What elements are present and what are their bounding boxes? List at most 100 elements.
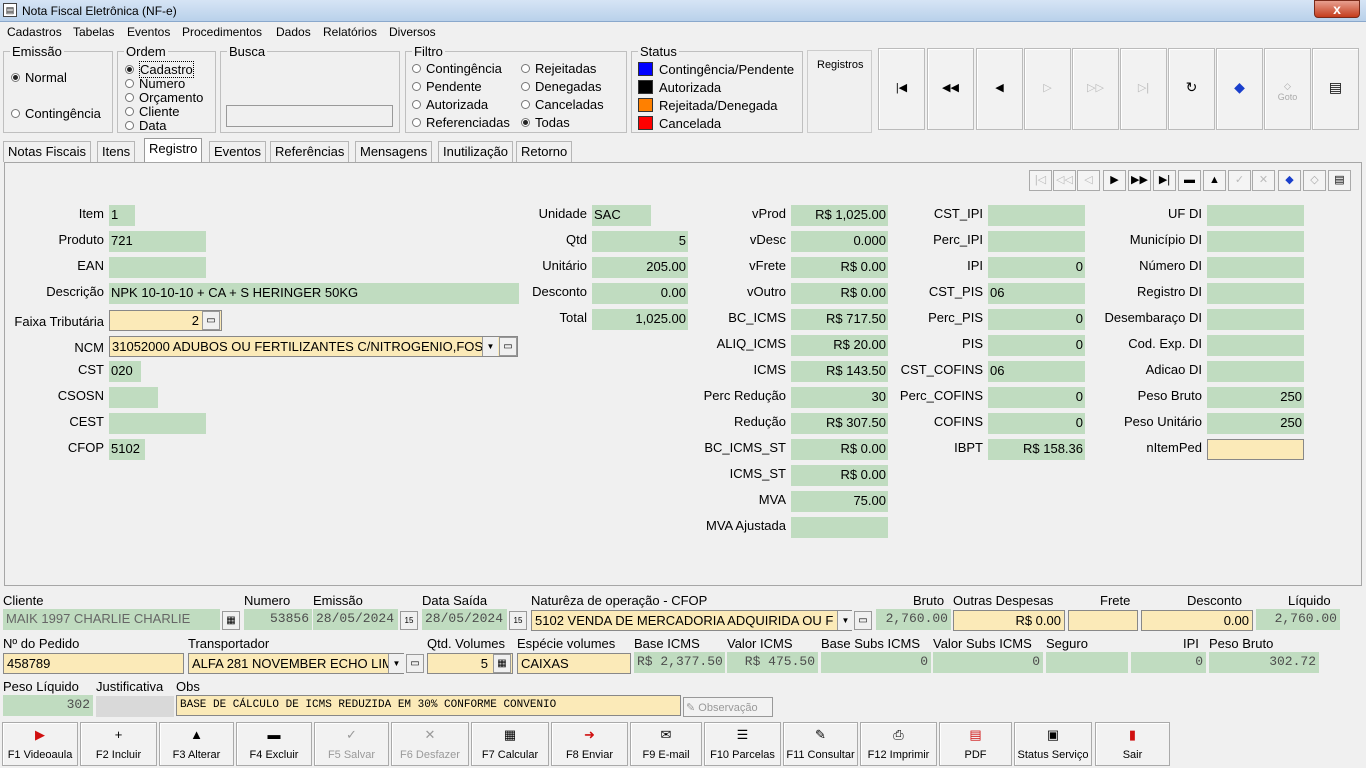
field-perc-ipi[interactable] [988,231,1085,252]
field-item[interactable]: 1 [109,205,135,226]
field-valor-icms[interactable]: R$ 475.50 [727,652,818,673]
radio-filtro-todas[interactable]: Todas [521,115,570,130]
field-redu-o[interactable]: R$ 307.50 [791,413,888,434]
next-page-button[interactable]: ▷▷ [1072,48,1119,130]
field-munic-pio-di[interactable] [1207,231,1304,252]
radio-filtro-pendente[interactable]: Pendente [412,79,482,94]
field-produto[interactable]: 721 [109,231,206,252]
goto-button[interactable]: ◇ Goto [1264,48,1311,130]
fkey-f2-incluir-button[interactable]: + F2 Incluir [80,722,157,766]
field-natureza[interactable]: 5102 VENDA DE MERCADORIA ADQUIRIDA OU F [531,610,852,631]
radio-filtro-denegadas[interactable]: Denegadas [521,79,602,94]
field-desconto-total[interactable]: 0.00 [1141,610,1253,631]
keypad-icon[interactable]: ▦ [493,654,511,673]
menu-dados[interactable]: Dados [276,25,311,39]
menu-eventos[interactable]: Eventos [127,25,170,39]
field-ipi[interactable]: 0 [988,257,1085,278]
last-record-button[interactable]: ▷| [1120,48,1167,130]
field-adicao-di[interactable] [1207,361,1304,382]
menu-diversos[interactable]: Diversos [389,25,436,39]
field-pedido[interactable]: 458789 [3,653,184,674]
field-valor-subs[interactable]: 0 [933,652,1043,673]
calendar-icon[interactable]: 15 [509,611,527,630]
field-cliente[interactable]: MAIK 1997 CHARLIE CHARLIE [3,609,220,630]
field-unitario[interactable]: 205.00 [592,257,688,278]
chevron-down-icon[interactable]: ▼ [388,654,404,673]
tab-notas-fiscais[interactable]: Notas Fiscais [3,141,92,162]
radio-cadastro[interactable]: Cadastro [125,61,194,78]
field-descricao[interactable]: NPK 10-10-10 + CA + S HERINGER 50KG [109,283,519,304]
field-seguro[interactable] [1046,652,1128,673]
chevron-down-icon[interactable]: ▼ [482,337,498,356]
tag-button[interactable]: ◆ [1216,48,1263,130]
tab-referencias[interactable]: Referências [270,141,350,162]
folder-icon[interactable]: ▭ [854,611,872,630]
field-base-subs[interactable]: 0 [821,652,931,673]
field-base-icms[interactable]: R$ 2,377.50 [634,652,725,673]
fkey-f6-desfazer-button[interactable]: ✕ F6 Desfazer [391,722,469,766]
mini-goto-button[interactable]: ◇ [1303,170,1326,191]
mini-delete-button[interactable]: ▬ [1178,170,1201,191]
fkey-f12-imprimir-button[interactable]: ⎙ F12 Imprimir [860,722,937,766]
field-perc-cofins[interactable]: 0 [988,387,1085,408]
fkey-sair-button[interactable]: ▮ Sair [1095,722,1170,766]
field-nitemped[interactable] [1207,439,1304,460]
field-ncm[interactable]: 31052000 ADUBOS OU FERTILIZANTES C/NITRO… [109,336,518,357]
fkey-f5-salvar-button[interactable]: ✓ F5 Salvar [314,722,389,766]
tab-retorno[interactable]: Retorno [516,141,573,162]
folder-icon[interactable]: ▭ [406,654,424,673]
tab-itens[interactable]: Itens [97,141,136,162]
field-ibpt[interactable]: R$ 158.36 [988,439,1085,460]
field-perc-redu-o[interactable]: 30 [791,387,888,408]
menu-relatorios[interactable]: Relatórios [323,25,377,39]
field-especie[interactable]: CAIXAS [517,653,631,674]
chevron-down-icon[interactable]: ▼ [837,611,853,630]
tab-mensagens[interactable]: Mensagens [355,141,433,162]
radio-filtro-rejeitadas[interactable]: Rejeitadas [521,61,596,76]
field-ipi-total[interactable]: 0 [1131,652,1206,673]
field-n-mero-di[interactable] [1207,257,1304,278]
field-peso-bruto[interactable]: 302.72 [1209,652,1319,673]
mini-edit-button[interactable]: ▲ [1203,170,1226,191]
field-obs[interactable]: BASE DE CÁLCULO DE ICMS REDUZIDA EM 30% … [176,695,681,716]
field-vprod[interactable]: R$ 1,025.00 [791,205,888,226]
busca-input[interactable] [226,105,393,127]
field-mva-ajustada[interactable] [791,517,888,538]
next-record-button[interactable]: ▷ [1024,48,1071,130]
field-bc-icms-st[interactable]: R$ 0.00 [791,439,888,460]
fkey-f9-e-mail-button[interactable]: ✉ F9 E-mail [630,722,702,766]
tab-registro[interactable]: Registro [144,138,203,162]
tab-inutilizacao[interactable]: Inutilização [438,141,514,162]
field-voutro[interactable]: R$ 0.00 [791,283,888,304]
mini-prev-page-button[interactable]: ◁◁ [1053,170,1076,191]
radio-numero[interactable]: Numero [125,76,185,91]
fkey-f4-excluir-button[interactable]: ▬ F4 Excluir [236,722,312,766]
field-outras-despesas[interactable]: R$ 0.00 [953,610,1065,631]
field-csosn[interactable] [109,387,158,408]
fkey-f1-videoaula-button[interactable]: ▶ F1 Videoaula [2,722,78,766]
field-bc-icms[interactable]: R$ 717.50 [791,309,888,330]
field-cst[interactable]: 020 [109,361,141,382]
radio-contingencia[interactable]: Contingência [11,106,101,121]
report-button[interactable]: ▤ [1312,48,1359,130]
mini-last-button[interactable]: ▶| [1153,170,1176,191]
folder-icon[interactable]: ▭ [202,311,220,330]
mini-first-button[interactable]: |◁ [1029,170,1052,191]
field-frete[interactable] [1068,610,1138,631]
fkey-pdf-button[interactable]: ▤ PDF [939,722,1012,766]
radio-filtro-canceladas[interactable]: Canceladas [521,97,604,112]
observacao-button[interactable]: ✎ Observação [683,697,773,717]
radio-filtro-autorizada[interactable]: Autorizada [412,97,488,112]
field-vdesc[interactable]: 0.000 [791,231,888,252]
mini-prev-button[interactable]: ◁ [1077,170,1100,191]
field-cfop[interactable]: 5102 [109,439,145,460]
calculator-icon[interactable]: ▦ [222,611,240,630]
field-icms-st[interactable]: R$ 0.00 [791,465,888,486]
field-liquido[interactable]: 2,760.00 [1256,609,1340,630]
field-total[interactable]: 1,025.00 [592,309,688,330]
field-vfrete[interactable]: R$ 0.00 [791,257,888,278]
field-numero[interactable]: 53856 [244,609,312,630]
field-justificativa[interactable] [96,696,174,717]
field-qtd[interactable]: 5 [592,231,688,252]
field-bruto[interactable]: 2,760.00 [876,609,951,630]
